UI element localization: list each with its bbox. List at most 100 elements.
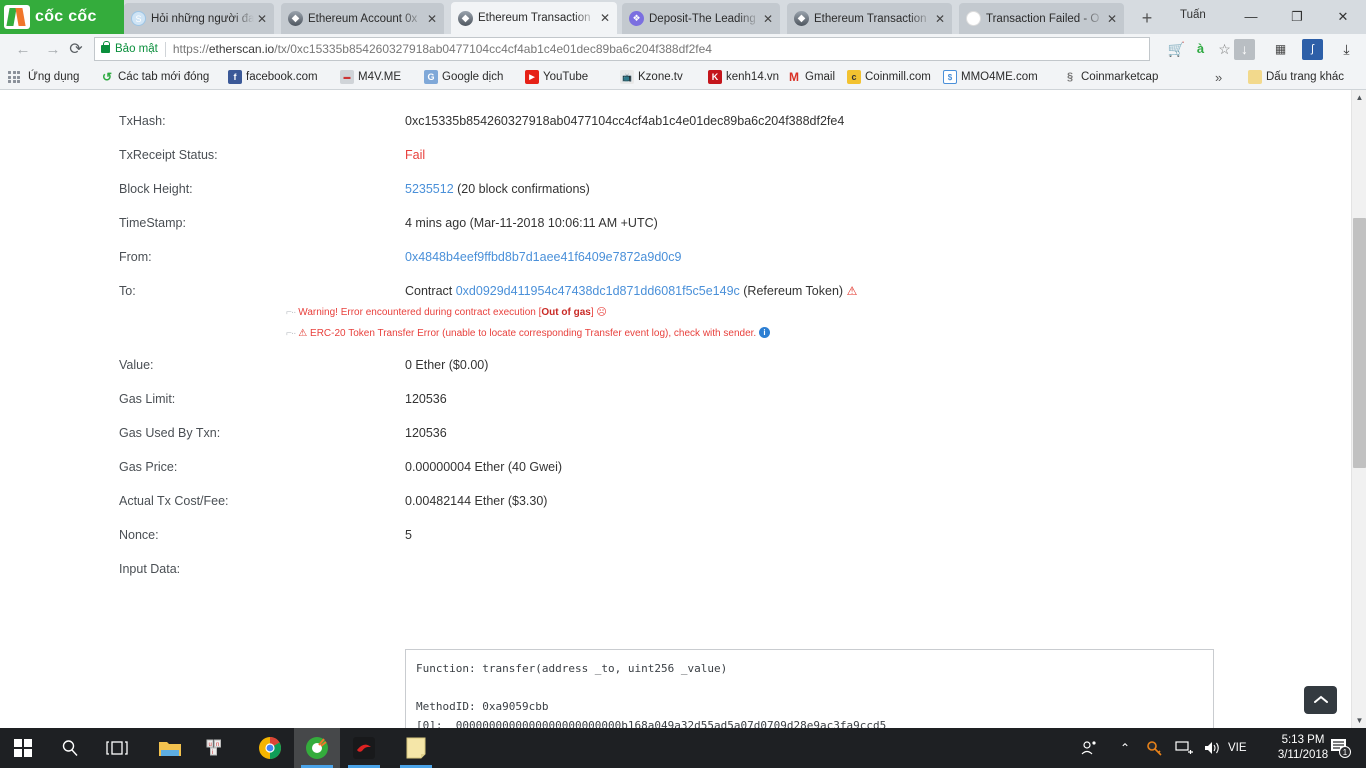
mmo4me-icon: $ [943,70,957,84]
adblock-icon[interactable]: à [1190,39,1211,60]
folder-icon [1248,70,1262,84]
warning-triangle-icon: ⚠ [846,284,858,298]
other-bookmarks-folder[interactable]: Dấu trang khác [1248,68,1344,86]
tray-network-icon[interactable] [1175,728,1194,768]
key-icon [1147,740,1162,756]
cart-icon[interactable]: 🛒 [1166,39,1187,60]
bookmark-label: YouTube [543,71,589,83]
url-scheme: https:// [172,42,209,56]
window-user-label[interactable]: Tuấn [1180,9,1206,21]
block-height-link[interactable]: 5235512 [405,182,454,196]
svg-text:n: n [216,742,219,748]
tray-key-icon[interactable] [1146,728,1163,768]
tab-0[interactable]: S Hỏi những người đan ✕ [124,3,274,34]
tab-close-icon[interactable]: ✕ [1104,12,1120,26]
tab-close-icon[interactable]: ✕ [424,12,440,26]
tab-4[interactable]: Ethereum Transaction ✕ [787,3,952,34]
block-height-value: 5235512 (20 block confirmations) [405,182,590,196]
value-amount: 0 Ether ($0.00) [405,358,489,372]
bookmark-google-translate[interactable]: G Google dịch [424,68,503,86]
action-center-button[interactable]: 1 [1330,728,1352,768]
security-label: Bảo mật [115,43,158,55]
tree-branch-icon: ⌐·· [286,328,296,339]
new-tab-button[interactable]: + [1136,8,1158,30]
tab-close-icon[interactable]: ✕ [932,12,948,26]
tab-2[interactable]: Ethereum Transaction ✕ [451,2,617,34]
tab-title: Hỏi những người đan [151,12,254,25]
bookmark-recent-tabs[interactable]: ↺ Các tab mới đóng [100,68,209,86]
extension-icon[interactable]: ʃ [1302,39,1323,60]
unikey-button[interactable]: u n i [194,728,240,768]
qr-code-icon[interactable]: ▦ [1270,39,1291,60]
tab-1[interactable]: Ethereum Account 0x ✕ [281,3,444,34]
bookmarks-overflow-button[interactable]: » [1215,68,1222,86]
row-label: Value: [119,358,154,372]
bookmark-star-icon[interactable]: ☆ [1214,39,1235,60]
info-icon[interactable]: i [758,327,770,338]
bookmark-youtube[interactable]: ▶ YouTube [525,68,588,86]
scroll-up-arrow-icon[interactable]: ▲ [1352,90,1366,105]
browser-window: cốc cốc S Hỏi những người đan ✕ Ethereum… [0,0,1366,728]
tab-close-icon[interactable]: ✕ [254,12,270,26]
notepad-button[interactable] [393,728,439,768]
tray-language-indicator[interactable]: VIE [1228,728,1247,768]
scrollbar-thumb[interactable] [1353,218,1366,468]
bookmark-kenh14[interactable]: K kenh14.vn [708,68,779,86]
folder-icon [159,742,181,756]
notepad-icon [406,737,426,759]
input-data-textarea[interactable]: Function: transfer(address _to, uint256 … [405,649,1214,728]
facebook-icon: f [228,70,242,84]
to-contract-link[interactable]: 0xd0929d411954c47438dc1d871dd6081f5c5e14… [456,284,740,298]
coccoc-logo-icon [4,5,30,29]
garena-icon [353,737,375,759]
google-translate-icon: G [424,70,438,84]
tab-close-icon[interactable]: ✕ [760,12,776,26]
bookmark-label: M4V.ME [358,71,402,83]
network-icon [1175,741,1193,754]
bookmark-mmo4me[interactable]: $ MMO4ME.com [943,68,1038,86]
gas-limit-value: 120536 [405,392,447,406]
bookmark-coinmarketcap[interactable]: § Coinmarketcap [1063,68,1158,86]
apps-grid-icon[interactable] [8,71,20,83]
tab-close-icon[interactable]: ✕ [597,11,613,25]
task-view-button[interactable] [94,728,140,768]
tray-expand-chevron-icon[interactable]: ⌃ [1120,728,1130,768]
kzone-icon: 📺 [620,70,634,84]
tab-5[interactable]: G Transaction Failed - O ✕ [959,3,1124,34]
file-explorer-button[interactable] [147,728,193,768]
tab-3[interactable]: Deposit-The Leading ✕ [622,3,780,34]
bookmark-label: Gmail [805,71,836,83]
scroll-to-top-button[interactable] [1304,686,1337,714]
forward-icon[interactable]: → [42,40,64,60]
address-bar[interactable]: Bảo mật https://etherscan.io/tx/0xc15335… [94,37,1150,61]
downloads-icon[interactable]: ⤓ [1336,39,1357,60]
from-address-link[interactable]: 0x4848b4eef9ffbd8b7d1aee41f6409e7872a9d0… [405,250,681,264]
bookmark-m4v[interactable]: ▬ M4V.ME [340,68,401,86]
chrome-button[interactable] [247,728,293,768]
bookmark-facebook[interactable]: f facebook.com [228,68,318,86]
reload-icon[interactable]: ⟳ [65,40,87,60]
bookmark-coinmill[interactable]: c Coinmill.com [847,68,931,86]
download-arrow-icon[interactable]: ↓ [1234,39,1255,60]
bookmark-gmail[interactable]: M Gmail [787,68,835,86]
tray-people-icon[interactable] [1080,728,1098,768]
bookmark-apps[interactable]: Ứng dụng [28,68,79,86]
search-button[interactable] [47,728,93,768]
maximize-button[interactable]: ❐ [1274,0,1320,33]
coccoc-button[interactable] [294,728,340,768]
page-scrollbar[interactable]: ▲ ▼ [1351,90,1366,728]
row-label: Actual Tx Cost/Fee: [119,494,229,508]
minimize-button[interactable]: — [1228,0,1274,33]
row-label: To: [119,284,136,298]
close-button[interactable]: ✕ [1320,0,1366,33]
bookmark-kzone[interactable]: 📺 Kzone.tv [620,68,683,86]
windows-taskbar: u n i ⌃ VIE 5:13 PM 3/11/2018 1 [0,728,1366,768]
garena-button[interactable] [341,728,387,768]
start-button[interactable] [0,728,46,768]
tray-volume-icon[interactable] [1203,728,1222,768]
back-icon[interactable]: ← [12,40,34,60]
row-label: Nonce: [119,528,159,542]
taskbar-clock[interactable]: 5:13 PM 3/11/2018 [1268,733,1338,763]
browser-toolbar: ← → ⟳ Bảo mật https://etherscan.io/tx/0x… [0,34,1366,64]
scroll-down-arrow-icon[interactable]: ▼ [1352,713,1366,728]
